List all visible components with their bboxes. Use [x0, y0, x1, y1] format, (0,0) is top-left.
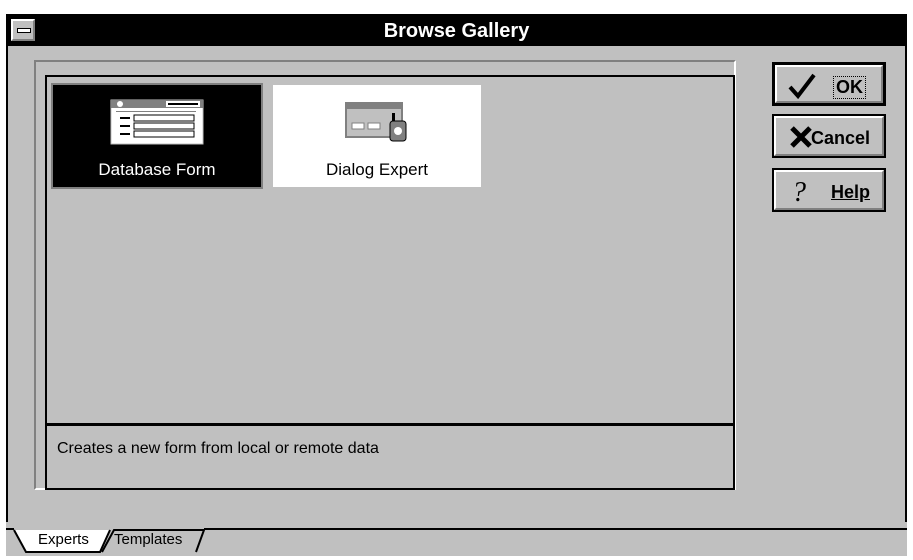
cancel-button[interactable]: Cancel	[772, 114, 886, 158]
window-title: Browse Gallery	[383, 20, 530, 42]
gallery-list[interactable]: Database Form Dialog Expert	[45, 75, 735, 425]
gallery-item-label: Dialog Expert	[325, 160, 429, 179]
checkmark-icon	[788, 73, 816, 100]
description-text: Creates a new form from local or remote …	[57, 440, 379, 457]
ok-button-face: OK	[775, 65, 883, 103]
description-panel: Creates a new form from local or remote …	[45, 424, 735, 490]
gallery-item-database-form[interactable]: Database Form	[51, 83, 263, 189]
gallery-item-dialog-expert[interactable]: Dialog Expert	[271, 83, 483, 189]
tab-strip: Experts Templates	[6, 522, 907, 556]
title-bar[interactable]: Browse Gallery	[8, 16, 905, 46]
svg-text:?: ?	[792, 177, 806, 206]
help-button-label: Help	[830, 182, 870, 202]
help-button[interactable]: ? Help	[772, 168, 886, 212]
ok-button-label: OK	[833, 76, 866, 99]
tab-experts[interactable]: Experts	[32, 528, 95, 552]
question-icon: ?	[792, 177, 806, 206]
dialog-expert-icon	[342, 99, 412, 150]
tab-templates[interactable]: Templates	[108, 528, 188, 552]
cancel-button-label: Cancel	[810, 128, 870, 148]
help-button-face: ? Help	[774, 170, 884, 210]
database-form-icon	[110, 99, 204, 150]
gallery-item-label: Database Form	[98, 160, 216, 179]
ok-button[interactable]: OK	[772, 62, 886, 106]
cancel-button-face: Cancel	[774, 116, 884, 156]
